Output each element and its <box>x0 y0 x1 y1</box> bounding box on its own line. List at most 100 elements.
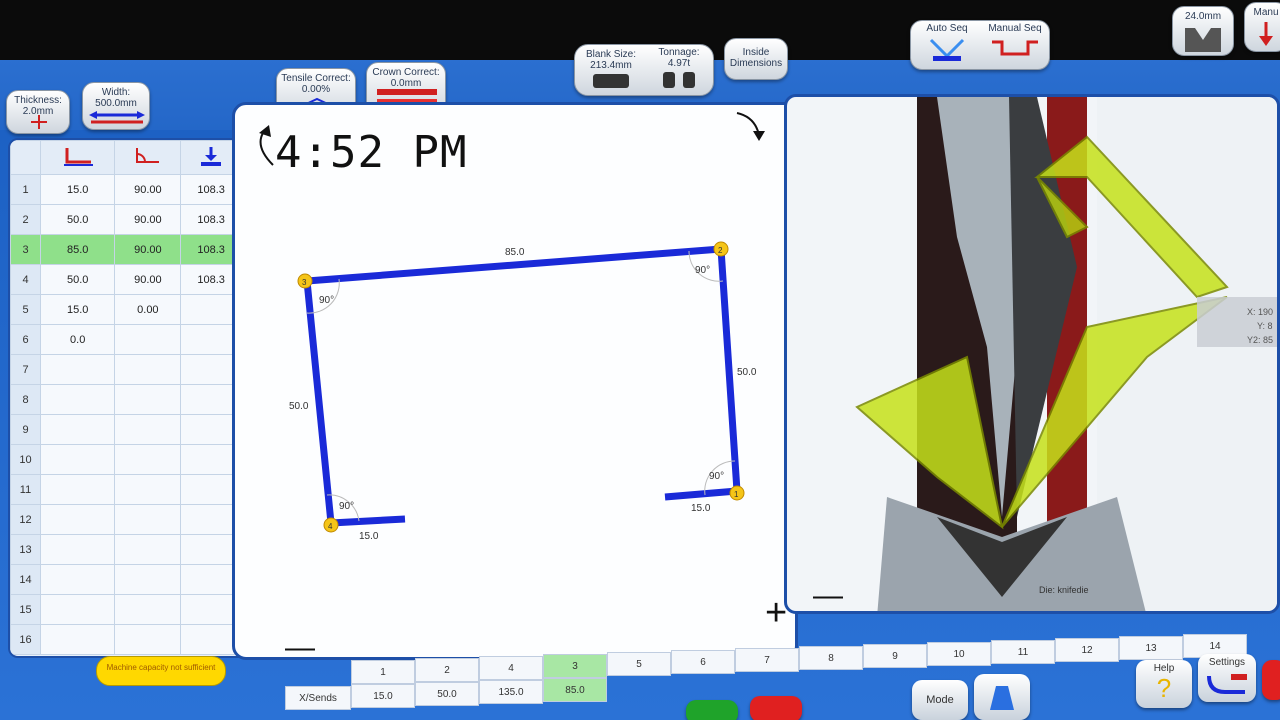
part-profile[interactable] <box>303 245 741 527</box>
sequence-bend-number[interactable]: 10 <box>927 642 991 666</box>
row-number-cell[interactable]: 3 <box>10 234 41 265</box>
angle-cell[interactable] <box>114 534 182 565</box>
row-number-cell[interactable]: 13 <box>10 534 41 565</box>
length-cell[interactable] <box>39 534 116 565</box>
part-drawing-panel[interactable]: 4:52 PM 90° 90° 90° 90° 85.0 50.0 50.0 1… <box>232 102 801 663</box>
row-number-cell[interactable]: 11 <box>10 474 41 505</box>
stop-red-button[interactable] <box>750 696 802 720</box>
angle-cell[interactable] <box>114 624 182 655</box>
row-number-cell[interactable]: 4 <box>10 264 41 295</box>
angle-cell[interactable] <box>114 564 182 595</box>
sequence-value-cell[interactable]: 15.0 <box>351 684 415 708</box>
tool-select-button[interactable]: 24.0mm <box>1172 6 1234 56</box>
angle-cell[interactable]: 90.00 <box>114 264 182 295</box>
inside-dimensions-button[interactable]: Inside Dimensions <box>724 38 788 80</box>
angle-cell[interactable] <box>114 414 182 445</box>
length-cell[interactable]: 15.0 <box>39 174 116 205</box>
bend-node-2[interactable]: 2 <box>713 241 729 257</box>
bend-table-row[interactable]: 11 <box>10 474 268 505</box>
bend-table-row[interactable]: 6 0.0 <box>10 324 268 355</box>
angle-cell[interactable] <box>114 444 182 475</box>
sequence-bend-number[interactable]: 9 <box>863 644 927 668</box>
sequence-bend-number[interactable]: 2 <box>415 658 479 682</box>
bend-table-row[interactable]: 14 <box>10 564 268 595</box>
sequence-bend-number[interactable]: 1 <box>351 660 415 684</box>
warning-badge[interactable]: Machine capacity not sufficient <box>96 656 226 686</box>
sequence-bend-number[interactable]: 8 <box>799 646 863 670</box>
bend-node-3[interactable]: 3 <box>297 273 313 289</box>
bend-table-row[interactable]: 7 <box>10 354 268 385</box>
mode-bend-button[interactable] <box>974 674 1030 720</box>
sequence-value-cell[interactable]: 85.0 <box>543 678 607 702</box>
bend-table-row[interactable]: 10 <box>10 444 268 475</box>
row-number-cell[interactable]: 6 <box>10 324 41 355</box>
sequence-bend-number[interactable]: 11 <box>991 640 1055 664</box>
bend-table-row[interactable]: 16 <box>10 624 268 655</box>
sequence-bend-number[interactable]: 6 <box>671 650 735 674</box>
bend-table-row[interactable]: 15 <box>10 594 268 625</box>
start-green-button[interactable] <box>686 700 738 720</box>
length-cell[interactable] <box>39 414 116 445</box>
length-cell[interactable] <box>39 504 116 535</box>
row-number-cell[interactable]: 2 <box>10 204 41 235</box>
press-brake-3d-view[interactable]: X: 190 Y: 8 Y2: 85 Die: knifedie — <box>784 94 1280 614</box>
help-button[interactable]: Help ? <box>1136 660 1192 708</box>
angle-cell[interactable]: 0.00 <box>114 294 182 325</box>
bend-table-row[interactable]: 385.090.00108.3... <box>10 234 268 265</box>
bend-node-1[interactable]: 1 <box>729 485 745 501</box>
row-number-cell[interactable]: 7 <box>10 354 41 385</box>
sequence-bend-number[interactable]: 3 <box>543 654 607 678</box>
length-cell[interactable] <box>39 594 116 625</box>
thickness-button[interactable]: Thickness: 2.0mm <box>6 90 70 134</box>
length-cell[interactable] <box>39 624 116 655</box>
length-cell[interactable]: 50.0 <box>39 264 116 295</box>
bend-table-row[interactable]: 12 <box>10 504 268 535</box>
view3d-zoom-out-button[interactable]: — <box>813 579 843 612</box>
sequence-bend-number[interactable]: 12 <box>1055 638 1119 662</box>
row-number-cell[interactable]: 16 <box>10 624 41 655</box>
row-number-cell[interactable]: 5 <box>10 294 41 325</box>
sequence-bend-number[interactable]: 5 <box>607 652 671 676</box>
angle-cell[interactable] <box>114 474 182 505</box>
sequence-bend-number[interactable]: 13 <box>1119 636 1183 660</box>
angle-cell[interactable]: 90.00 <box>114 204 182 235</box>
stop-button[interactable] <box>1262 660 1280 700</box>
sequence-value-cell[interactable]: 135.0 <box>479 680 543 704</box>
sequence-bend-number[interactable]: 7 <box>735 648 799 672</box>
bend-table-row[interactable]: 450.090.00108.3... <box>10 264 268 295</box>
length-cell[interactable]: 85.0 <box>39 234 116 265</box>
width-button[interactable]: Width: 500.0mm <box>82 82 150 130</box>
length-cell[interactable] <box>39 564 116 595</box>
angle-cell[interactable]: 90.00 <box>114 174 182 205</box>
angle-cell[interactable] <box>114 324 182 355</box>
manual-seq-button[interactable]: Manual Seq <box>983 23 1047 67</box>
row-number-cell[interactable]: 15 <box>10 594 41 625</box>
part-drawing-canvas[interactable]: 90° 90° 90° 90° 85.0 50.0 50.0 15.0 15.0… <box>235 105 801 663</box>
blank-size-button[interactable]: Blank Size: 213.4mm <box>579 49 643 88</box>
angle-cell[interactable] <box>114 504 182 535</box>
length-cell[interactable] <box>39 474 116 505</box>
length-cell[interactable]: 15.0 <box>39 294 116 325</box>
rotate-left-icon[interactable] <box>259 132 274 166</box>
length-cell[interactable]: 50.0 <box>39 204 116 235</box>
mode-button[interactable]: Mode <box>912 680 968 720</box>
manual-button[interactable]: Manu <box>1244 2 1280 52</box>
row-number-cell[interactable]: 8 <box>10 384 41 415</box>
row-number-cell[interactable]: 14 <box>10 564 41 595</box>
bend-table-row[interactable]: 9 <box>10 414 268 445</box>
bend-node-4[interactable]: 4 <box>323 517 339 533</box>
length-cell[interactable] <box>39 444 116 475</box>
bend-table-row[interactable]: 8 <box>10 384 268 415</box>
row-number-cell[interactable]: 10 <box>10 444 41 475</box>
bend-table-row[interactable]: 5 15.0 0.00 <box>10 294 268 325</box>
sequence-bend-number[interactable]: 4 <box>479 656 543 680</box>
row-number-cell[interactable]: 9 <box>10 414 41 445</box>
settings-button[interactable]: Settings <box>1198 654 1256 702</box>
bend-table-row[interactable]: 13 <box>10 534 268 565</box>
tonnage-button[interactable]: Tonnage: 4.97t <box>647 47 711 88</box>
angle-cell[interactable] <box>114 384 182 415</box>
bend-table-row[interactable]: 115.090.00108.3... <box>10 174 268 205</box>
length-cell[interactable] <box>39 384 116 415</box>
bend-table-row[interactable]: 250.090.00108.3... <box>10 204 268 235</box>
sequence-value-cell[interactable]: 50.0 <box>415 682 479 706</box>
